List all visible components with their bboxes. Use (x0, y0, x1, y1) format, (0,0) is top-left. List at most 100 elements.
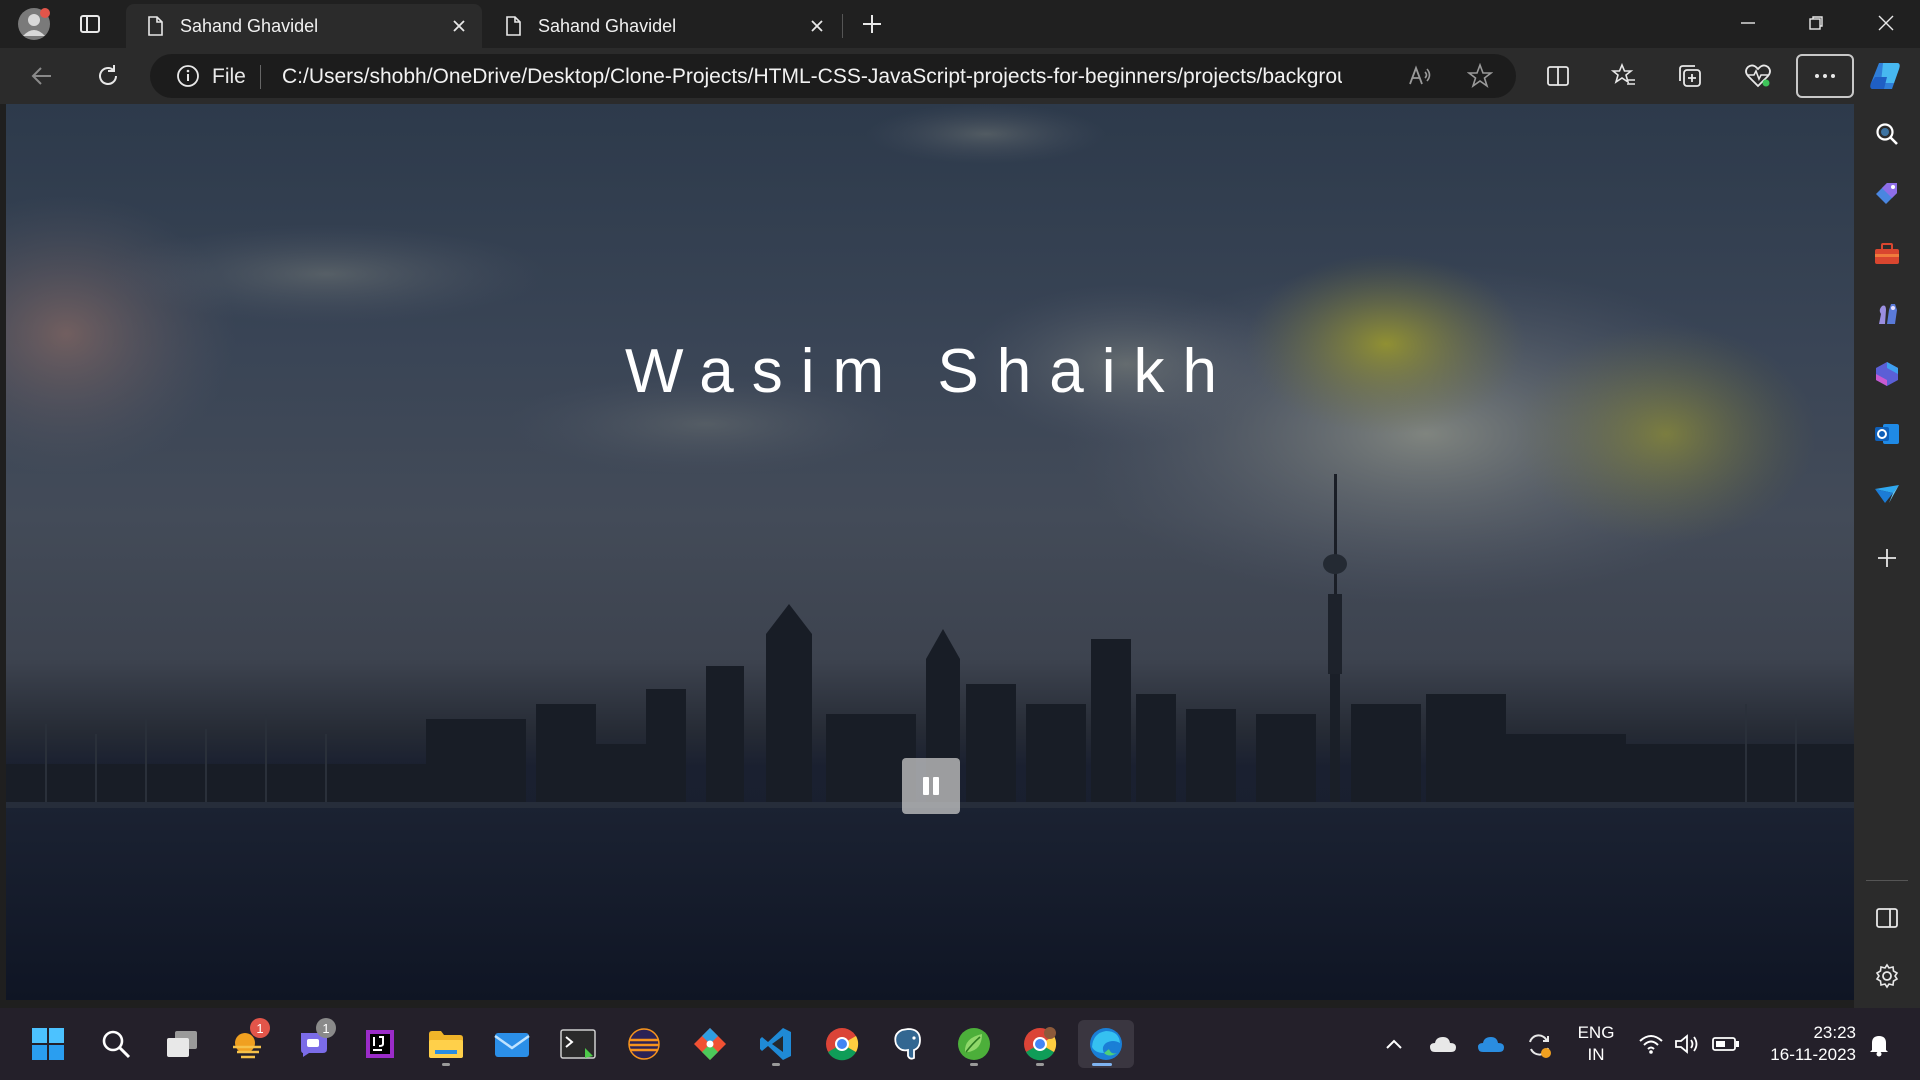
volume-status[interactable] (1672, 1030, 1702, 1058)
background-video (6, 104, 1854, 1000)
task-view-button[interactable] (158, 1020, 206, 1068)
chrome-profile-icon (1024, 1027, 1057, 1061)
refresh-button[interactable] (88, 56, 128, 96)
settings-and-more-button[interactable] (1796, 54, 1854, 98)
favorites-button[interactable] (1604, 56, 1644, 96)
sidebar-tools-button[interactable] (1867, 234, 1907, 274)
new-tab-button[interactable] (852, 4, 892, 44)
terminal-button[interactable] (554, 1020, 602, 1068)
tab-1[interactable]: Sahand Ghavidel (126, 4, 482, 48)
telegram-icon (1875, 485, 1899, 503)
onedrive-business-button[interactable] (1474, 1030, 1508, 1058)
sidebar-games-button[interactable] (1867, 294, 1907, 334)
mail-icon (494, 1033, 530, 1057)
sidebar-m365-button[interactable] (1867, 354, 1907, 394)
favorite-button[interactable] (1460, 56, 1500, 96)
intellij-idea-button[interactable] (356, 1020, 404, 1068)
taskbar-search-button[interactable] (92, 1020, 140, 1068)
tab-title: Sahand Ghavidel (180, 15, 319, 36)
restore-button[interactable] (1788, 0, 1844, 46)
close-window-button[interactable] (1858, 0, 1914, 46)
address-bar[interactable]: File C:/Users/shobh/OneDrive/Desktop/Clo… (150, 54, 1516, 98)
wifi-status[interactable] (1636, 1030, 1666, 1058)
clock-time: 23:23 (1813, 1023, 1856, 1042)
notification-badge: 1 (250, 1018, 270, 1038)
git-button[interactable] (686, 1020, 734, 1068)
sidebar-telegram-button[interactable] (1867, 474, 1907, 514)
speaker-icon (1675, 1034, 1698, 1054)
intellij-icon (366, 1030, 394, 1058)
browser-essentials-button[interactable] (1738, 56, 1778, 96)
edge-sidebar (1854, 104, 1920, 1008)
minimize-button[interactable] (1720, 0, 1776, 46)
chrome-profile-button[interactable] (1016, 1020, 1064, 1068)
tab-close-button[interactable] (802, 11, 832, 41)
teams-chat-button[interactable]: 1 (290, 1018, 338, 1068)
search-icon (1876, 123, 1898, 145)
sync-icon (1529, 1034, 1551, 1058)
favorites-list-icon (1611, 63, 1635, 85)
copilot-icon (1870, 63, 1900, 89)
sidebar-outlook-button[interactable] (1867, 414, 1907, 454)
spring-leaf-icon (958, 1028, 990, 1060)
split-sidebar-icon (1876, 908, 1898, 928)
start-button[interactable] (24, 1020, 72, 1068)
url-text[interactable]: C:/Users/shobh/OneDrive/Desktop/Clone-Pr… (282, 65, 1342, 89)
onedrive-personal-button[interactable] (1426, 1030, 1460, 1058)
postgresql-button[interactable] (884, 1020, 932, 1068)
battery-icon (1712, 1037, 1739, 1051)
scheme-label: File (212, 65, 246, 88)
tab-close-button[interactable] (444, 11, 474, 41)
video-pause-button[interactable] (902, 758, 960, 814)
info-icon[interactable] (176, 64, 200, 88)
notifications-button[interactable] (1864, 1030, 1894, 1060)
widgets-button[interactable]: 1 (224, 1018, 272, 1068)
collections-button[interactable] (1670, 56, 1710, 96)
cloud-icon (1430, 1037, 1456, 1052)
plus-icon (863, 15, 881, 33)
file-explorer-button[interactable] (422, 1020, 470, 1068)
read-aloud-button[interactable] (1400, 56, 1440, 96)
profile-button[interactable] (12, 4, 56, 44)
search-icon (102, 1030, 131, 1059)
sidebar-shopping-button[interactable] (1867, 174, 1907, 214)
eclipse-icon (628, 1028, 660, 1060)
tab-actions-icon (80, 15, 100, 33)
tab-2[interactable]: Sahand Ghavidel (484, 4, 840, 48)
add-icon (1878, 549, 1896, 567)
close-icon (1878, 15, 1894, 31)
notification-badge: 1 (316, 1018, 336, 1038)
shopping-tag-icon (1876, 183, 1897, 204)
running-indicator (772, 1063, 780, 1066)
outlook-icon (1875, 424, 1899, 444)
mail-button[interactable] (488, 1020, 536, 1068)
edge-button[interactable] (1078, 1020, 1134, 1068)
sync-status-button[interactable] (1522, 1030, 1556, 1060)
sidebar-add-button[interactable] (1867, 538, 1907, 578)
sidebar-search-button[interactable] (1867, 114, 1907, 154)
document-icon (506, 16, 521, 36)
show-hidden-icons-button[interactable] (1380, 1032, 1408, 1056)
chevron-up-icon (1386, 1039, 1402, 1049)
input-language-indicator[interactable]: ENG IN (1574, 1022, 1618, 1066)
more-icon (1815, 74, 1835, 78)
system-clock[interactable]: 23:23 16-11-2023 (1760, 1022, 1856, 1066)
back-button[interactable] (22, 56, 62, 96)
spring-tools-button[interactable] (950, 1020, 998, 1068)
vscode-button[interactable] (752, 1020, 800, 1068)
split-screen-button[interactable] (1538, 56, 1578, 96)
tab-actions-button[interactable] (70, 4, 110, 44)
heartbeat-icon (1745, 64, 1771, 88)
copilot-button[interactable] (1866, 56, 1906, 96)
windows-taskbar: 1 1 ENG IN 23:23 16-11-2023 (0, 1008, 1920, 1080)
hide-sidebar-button[interactable] (1867, 898, 1907, 938)
eclipse-button[interactable] (620, 1020, 668, 1068)
bell-icon (1870, 1036, 1888, 1057)
sidebar-settings-button[interactable] (1867, 956, 1907, 996)
battery-status[interactable] (1710, 1030, 1742, 1058)
collections-icon (1679, 65, 1701, 87)
wifi-icon (1639, 1035, 1663, 1054)
tab-separator (842, 14, 843, 38)
restore-icon (1809, 16, 1823, 30)
chrome-button[interactable] (818, 1020, 866, 1068)
